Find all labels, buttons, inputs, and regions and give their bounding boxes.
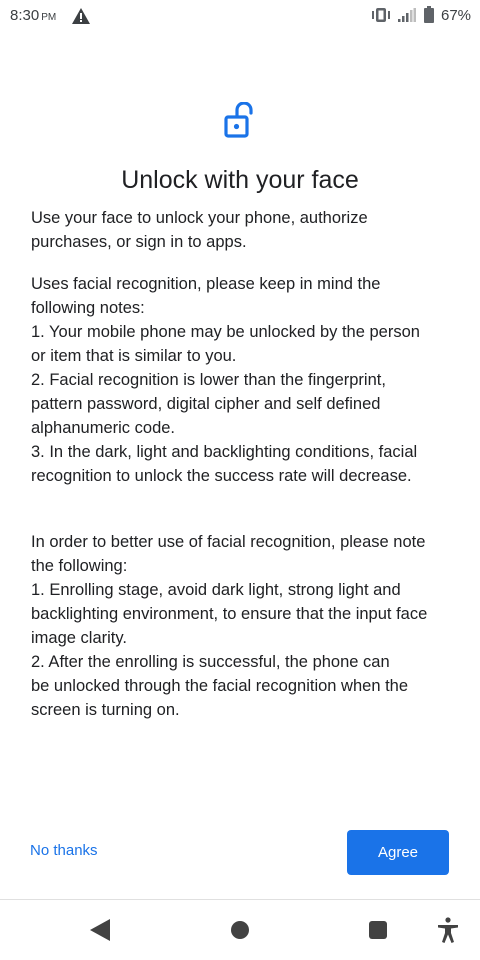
- agree-button-label: Agree: [377, 844, 419, 861]
- text-line: following notes:: [31, 299, 145, 317]
- page-title: Unlock with your face: [121, 166, 359, 194]
- back-icon[interactable]: [90, 919, 110, 941]
- signal-icon: [398, 8, 416, 22]
- battery-percent: 67%: [441, 7, 472, 24]
- home-icon[interactable]: [231, 921, 249, 939]
- text-line: 1. Your mobile phone may be unlocked by …: [31, 323, 420, 341]
- text-line: be unlocked through the facial recogniti…: [31, 677, 409, 695]
- text-line: alphanumeric code.: [31, 419, 176, 437]
- lock-open-icon: [224, 102, 253, 138]
- status-time-value: 8:30: [10, 7, 40, 24]
- text-line: 2. Facial recognition is lower than the …: [31, 371, 386, 389]
- no-thanks-button[interactable]: No thanks: [30, 842, 98, 859]
- text-line: 2. After the enrolling is successful, th…: [31, 653, 390, 671]
- text-line: pattern password, digital cipher and sel…: [31, 395, 381, 413]
- text-line: Use your face to unlock your phone, auth…: [31, 209, 368, 227]
- text-line: 3. In the dark, light and backlighting c…: [31, 443, 418, 461]
- text-line: 1. Enrolling stage, avoid dark light, st…: [31, 581, 401, 599]
- text-line: the following:: [31, 557, 128, 575]
- text-line: backlighting environment, to ensure that…: [31, 605, 428, 623]
- agree-button[interactable]: Agree: [347, 830, 449, 875]
- text-line: screen is turning on.: [31, 701, 180, 719]
- intro-paragraph: Use your face to unlock your phone, auth…: [31, 206, 455, 254]
- status-time-ampm: PM: [41, 12, 57, 23]
- warning-icon: [72, 8, 90, 24]
- status-bar: 8:30 PM 67%: [0, 0, 480, 32]
- text-line: or item that is similar to you.: [31, 347, 237, 365]
- text-line: purchases, or sign in to apps.: [31, 233, 247, 251]
- text-line: Uses facial recognition, please keep in …: [31, 275, 381, 293]
- notes-paragraph: Uses facial recognition, please keep in …: [31, 272, 455, 488]
- text-line: In order to better use of facial recogni…: [31, 533, 426, 551]
- vibrate-icon: [372, 8, 390, 22]
- accessibility-icon[interactable]: [437, 917, 459, 943]
- recents-icon[interactable]: [369, 921, 387, 939]
- tips-paragraph: In order to better use of facial recogni…: [31, 530, 455, 722]
- status-time: 8:30 PM: [10, 7, 56, 24]
- nav-divider: [0, 899, 480, 900]
- text-line: recognition to unlock the success rate w…: [31, 467, 412, 485]
- text-line: image clarity.: [31, 629, 127, 647]
- battery-icon: [424, 6, 434, 23]
